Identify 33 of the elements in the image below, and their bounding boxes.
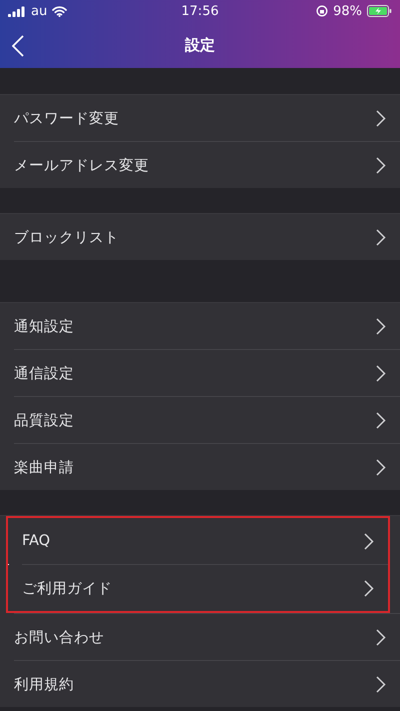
rotation-lock-icon [316,5,328,17]
row-label: ご利用ガイド [22,580,113,598]
row-label: 楽曲申請 [14,458,75,476]
settings-row[interactable]: FAQ [8,518,388,564]
row-label: メールアドレス変更 [14,156,150,174]
chevron-icon [376,412,386,428]
chevron-icon [376,628,386,646]
chevron-icon [376,364,386,382]
chevron-icon [364,532,374,550]
clock-time: 17:56 [181,4,219,18]
row-label: パスワード変更 [14,110,120,128]
row-label: お問い合わせ [14,628,105,646]
row-label: ブロックリスト [14,228,120,246]
row-label: 通知設定 [14,318,75,336]
row-label: 利用規約 [14,676,75,694]
chevron-icon [376,110,386,126]
chevron-icon [364,580,374,596]
chevron-icon [376,676,386,692]
chevron-icon [376,318,386,334]
battery-percent: 98% [333,4,362,18]
row-label: 通信設定 [14,364,75,382]
battery-charging-icon [367,5,392,17]
row-label: 品質設定 [14,412,75,430]
signal-icon [8,6,26,16]
row-label: FAQ [22,533,52,549]
settings-row[interactable]: ご利用ガイド [8,565,388,611]
carrier-label: au [31,4,48,18]
chevron-icon [376,228,386,246]
wifi-icon [52,6,68,16]
chevron-icon [376,458,386,476]
back-button[interactable] [10,33,26,59]
chevron-icon [376,156,386,174]
screen-title: 設定 [185,36,215,54]
